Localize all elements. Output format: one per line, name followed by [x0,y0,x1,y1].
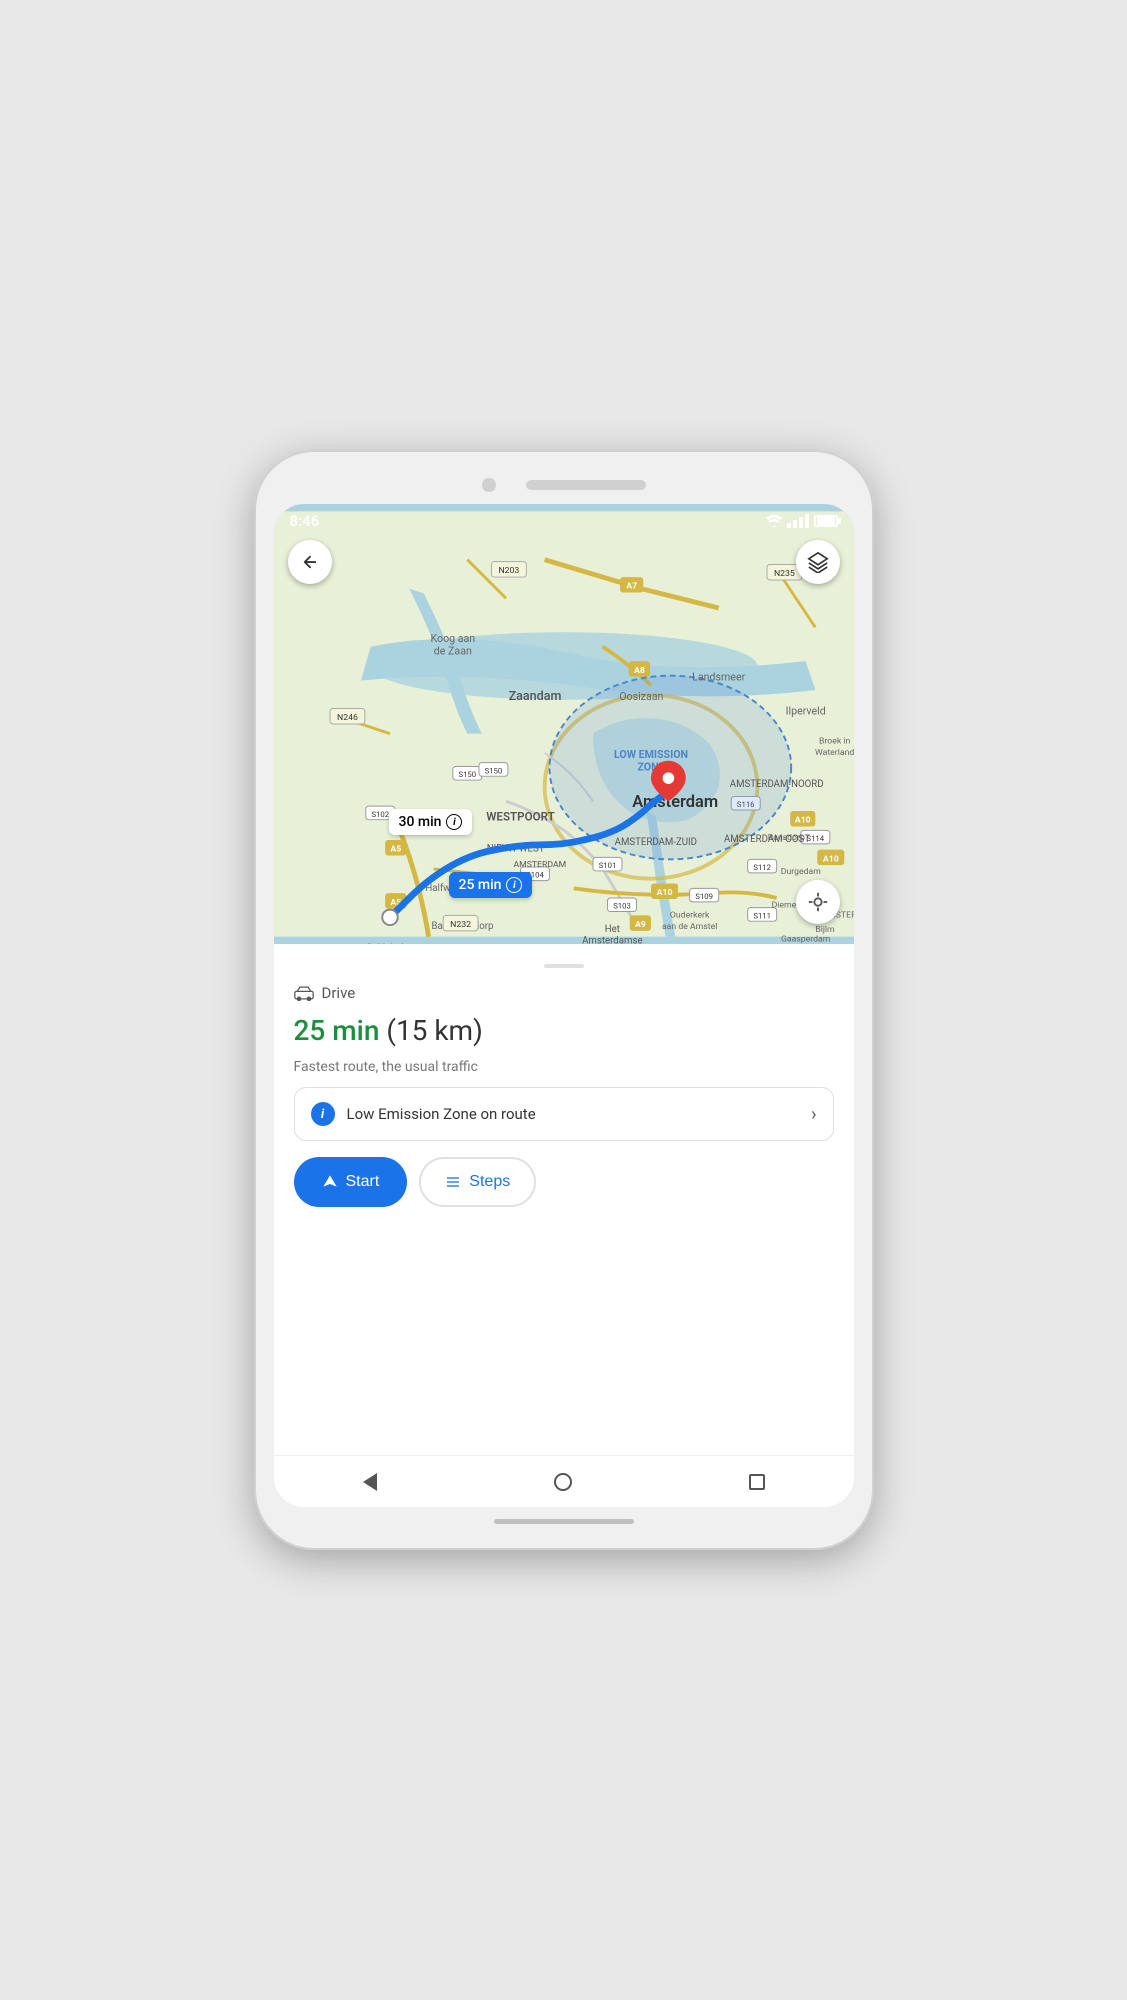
route-time-bubble-selected[interactable]: 25 min i [449,872,533,898]
svg-text:S102: S102 [371,810,389,819]
svg-text:S150: S150 [458,770,476,779]
svg-text:S111: S111 [753,911,771,920]
steps-button-label: Steps [469,1173,510,1191]
lez-info-icon: i [311,1102,335,1126]
svg-text:N246: N246 [337,713,358,723]
svg-text:Waterland: Waterland [815,748,854,758]
bottom-bar [494,1519,634,1524]
svg-text:N232: N232 [450,920,471,930]
drive-distance-value: (15 km) [386,1014,483,1047]
home-nav-icon [554,1473,572,1491]
svg-text:AMSTERDAM-OOST: AMSTERDAM-OOST [723,834,809,845]
svg-text:de Zaan: de Zaan [433,644,471,657]
steps-icon [445,1174,461,1190]
svg-text:Amsterdamse: Amsterdamse [582,935,642,944]
car-icon [294,985,314,1001]
back-arrow-icon [301,553,319,571]
status-icons [766,514,838,528]
svg-text:Koog aan: Koog aan [430,632,475,645]
route-description: Fastest route, the usual traffic [294,1059,834,1075]
svg-text:A7: A7 [626,582,637,592]
lez-notice-card[interactable]: i Low Emission Zone on route › [294,1087,834,1141]
svg-text:Broek in: Broek in [819,736,851,746]
phone-frame: 8:46 [254,450,874,1550]
phone-bottom [494,1507,634,1530]
svg-text:Oosizaan: Oosizaan [619,690,663,703]
phone-screen: 8:46 [274,504,854,1507]
map-layers-button[interactable] [796,540,840,584]
svg-text:S112: S112 [753,863,771,872]
svg-text:S150: S150 [484,766,502,775]
drive-time-value: 25 min [294,1014,380,1047]
svg-text:Het: Het [604,924,619,935]
svg-text:S101: S101 [598,861,616,870]
svg-text:Ouderkerk: Ouderkerk [669,910,709,920]
svg-text:N235: N235 [773,569,794,579]
back-nav-icon [363,1473,377,1491]
drive-mode-label: Drive [294,984,834,1002]
system-back-button[interactable] [348,1460,392,1504]
lez-card-left: i Low Emission Zone on route [311,1102,536,1126]
svg-text:A9: A9 [634,920,645,930]
phone-top [274,470,854,504]
start-button-label: Start [346,1173,380,1191]
svg-text:Landsmeer: Landsmeer [692,671,745,684]
bottom-panel: Drive 25 min (15 km) Fastest route, the … [274,944,854,1455]
status-bar: 8:46 [274,504,854,538]
battery-icon [814,515,838,527]
map-container: 8:46 [274,504,854,944]
svg-text:LOW EMISSION: LOW EMISSION [613,748,687,761]
lez-notice-text: Low Emission Zone on route [347,1105,536,1123]
drive-label-text: Drive [322,984,356,1002]
map-back-button[interactable] [288,540,332,584]
camera [482,478,496,492]
navigation-icon [322,1174,338,1190]
svg-text:Schiphol: Schiphol [366,943,403,944]
svg-text:A10: A10 [656,888,672,898]
svg-text:WESTPOORT: WESTPOORT [486,810,554,824]
svg-text:A10: A10 [794,816,810,826]
action-buttons: Start Steps [294,1157,834,1207]
route-time-alternate-value: 30 min [399,814,442,830]
svg-text:S103: S103 [613,902,631,911]
svg-text:A5: A5 [390,845,401,855]
layers-icon [807,551,829,573]
svg-text:Gaasperdam: Gaasperdam [780,935,830,945]
svg-text:A10: A10 [822,854,838,864]
drive-time-display: 25 min (15 km) [294,1014,834,1047]
svg-text:aan de Amstel: aan de Amstel [661,922,716,932]
lez-chevron-icon: › [811,1104,816,1125]
location-icon [807,891,829,913]
system-nav-bar [274,1455,854,1507]
signal-icon [787,514,809,528]
drag-handle [544,964,584,968]
map-svg: A10 A10 N203 A7 N235 N246 S150 [274,504,854,944]
svg-text:A8: A8 [633,666,644,676]
svg-text:Zaandam: Zaandam [508,689,561,704]
location-button[interactable] [796,880,840,924]
svg-text:AMSTERDAM-NOORD: AMSTERDAM-NOORD [729,779,823,790]
system-recents-button[interactable] [735,1460,779,1504]
svg-text:AMSTERDAM-ZUID: AMSTERDAM-ZUID [614,837,696,848]
info-icon-2: i [506,877,522,893]
svg-text:Bijlm: Bijlm [815,925,835,935]
route-time-bubble-alternate[interactable]: 30 min i [389,809,473,835]
start-button[interactable]: Start [294,1157,408,1207]
speaker [526,480,646,490]
svg-text:AMSTERDAM: AMSTERDAM [513,860,566,870]
svg-text:Ilperveld: Ilperveld [785,704,825,717]
svg-text:N203: N203 [498,566,519,576]
svg-text:Durgedam: Durgedam [780,867,820,877]
wifi-icon [766,515,782,527]
steps-button[interactable]: Steps [419,1157,536,1207]
recents-nav-icon [749,1474,765,1490]
system-home-button[interactable] [541,1460,585,1504]
svg-text:S109: S109 [695,892,713,901]
route-time-selected-value: 25 min [459,877,502,893]
info-icon-1: i [446,814,462,830]
status-time: 8:46 [290,512,320,530]
